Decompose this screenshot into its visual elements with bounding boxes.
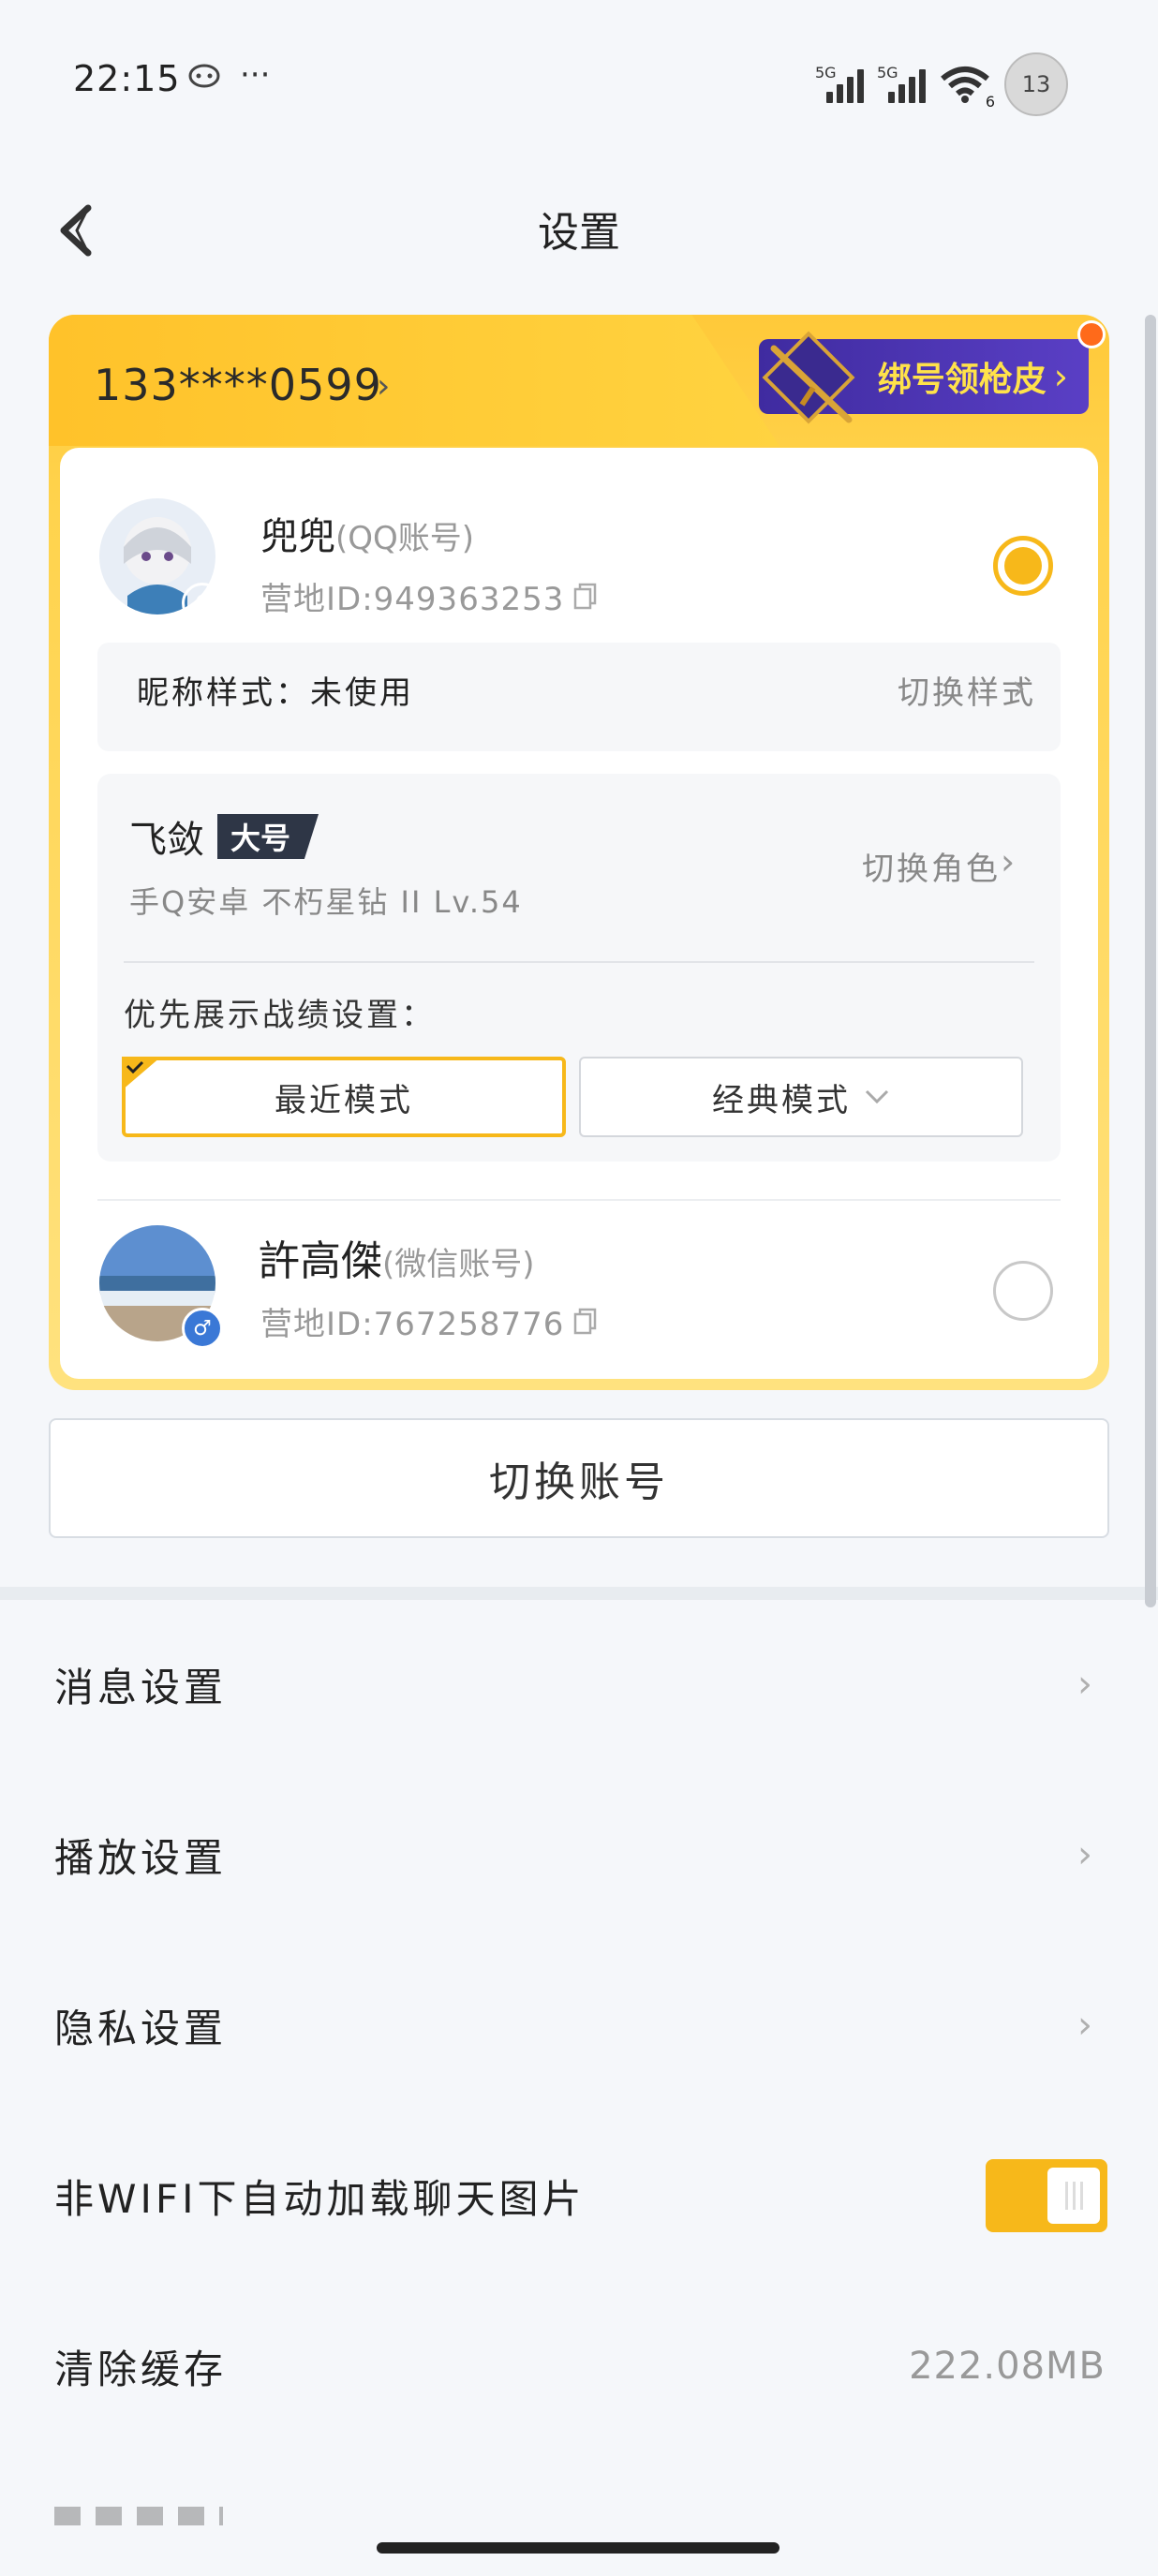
privacy-settings-item[interactable]: 隐私设置 › (0, 1941, 1158, 2110)
chevron-right-icon: › (1001, 841, 1016, 882)
classic-mode-button[interactable]: 经典模式 (579, 1057, 1023, 1137)
scrollbar[interactable] (1145, 315, 1156, 1607)
role-name: 飞敛 (129, 819, 204, 862)
signal-icon: 5G (815, 64, 864, 105)
female-gender-icon: ♀ (182, 583, 223, 624)
chevron-right-icon: › (1012, 667, 1027, 708)
auto-load-images-toggle[interactable] (986, 2159, 1107, 2232)
chevron-right-icon: › (1077, 1663, 1092, 1706)
account-type: (微信账号) (382, 1246, 535, 1283)
switch-role-label: 切换角色 (862, 851, 1001, 888)
account-id: 营地ID:949363253 (260, 581, 565, 618)
recent-mode-button[interactable]: 最近模式 (122, 1057, 566, 1137)
next-settings-item-partial (54, 2507, 1104, 2525)
account-name: 兜兜 (260, 515, 335, 558)
account-select-radio[interactable] (993, 536, 1053, 596)
nickname-style-label: 昵称样式： (137, 674, 310, 712)
account-name-row: 許高傑(微信账号) (259, 1227, 535, 1287)
account-select-radio[interactable] (993, 1261, 1053, 1321)
chevron-right-icon: › (1077, 1833, 1092, 1876)
account-id-row: 营地ID:949363253 (260, 573, 598, 619)
classic-mode-label: 经典模式 (712, 1081, 851, 1119)
toggle-knob (1047, 2168, 1100, 2224)
gun-skin-icon (757, 326, 860, 429)
account-name-row: 兜兜(QQ账号) (260, 506, 474, 560)
role-detail: 手Q安卓 不朽星钻 II Lv.54 (129, 884, 523, 920)
chevron-down-icon (865, 1089, 889, 1104)
check-corner-icon (122, 1057, 161, 1090)
signal-icon-2: 5G (877, 64, 926, 105)
settings-item-label: 非WIFI下自动加载聊天图片 (54, 2175, 586, 2222)
playback-settings-item[interactable]: 播放设置 › (0, 1770, 1158, 1939)
male-gender-icon: ♂ (182, 1308, 223, 1349)
copy-icon[interactable] (573, 1308, 598, 1336)
bound-phone-number[interactable]: 133****0599 (94, 360, 382, 410)
account-name: 許高傑 (259, 1237, 382, 1285)
main-account-tag: 大号 (217, 814, 319, 859)
status-icons: 5G 5G 6 13 (815, 52, 1068, 116)
divider (97, 1199, 1061, 1201)
message-settings-item[interactable]: 消息设置 › (0, 1600, 1158, 1769)
copy-icon[interactable] (573, 583, 598, 611)
nickname-style-info: 昵称样式：未使用 (137, 667, 414, 713)
user-status-avatar[interactable]: 13 (1004, 52, 1068, 116)
cache-size-value: 222.08MB (909, 2345, 1106, 2388)
nickname-style-value: 未使用 (310, 674, 414, 712)
settings-item-label: 播放设置 (54, 1834, 228, 1881)
clear-cache-item[interactable]: 清除缓存 222.08MB (0, 2282, 1158, 2450)
chevron-right-icon: › (1077, 2004, 1092, 2047)
settings-item-label: 清除缓存 (54, 2346, 228, 2392)
app-notification-icon (187, 62, 221, 94)
chevron-right-icon: › (377, 367, 391, 406)
status-time: 22:15 (73, 58, 181, 99)
settings-item-label: 消息设置 (54, 1664, 228, 1710)
settings-item-label: 隐私设置 (54, 2005, 228, 2051)
auto-load-images-item: 非WIFI下自动加载聊天图片 (0, 2111, 1158, 2280)
recent-mode-label: 最近模式 (275, 1081, 413, 1119)
bind-reward-label: 绑号领枪皮 (877, 361, 1047, 399)
wifi-icon: 6 (939, 64, 995, 111)
chevron-right-icon: › (1053, 356, 1068, 397)
divider (124, 961, 1034, 963)
account-type: (QQ账号) (335, 520, 475, 557)
account-id: 营地ID:767258776 (260, 1306, 565, 1343)
switch-role-button[interactable]: 切换角色 (862, 843, 1001, 889)
home-indicator[interactable] (377, 2542, 779, 2554)
notification-dot (1077, 320, 1106, 348)
account-id-row: 营地ID:767258776 (260, 1298, 598, 1344)
more-notifications-icon: ··· (240, 56, 271, 94)
page-title: 设置 (538, 209, 620, 257)
switch-account-button[interactable]: 切换账号 (49, 1418, 1109, 1538)
section-divider (0, 1587, 1158, 1600)
priority-display-label: 优先展示战绩设置： (124, 997, 436, 1034)
role-name-row: 飞敛 大号 (129, 809, 319, 864)
